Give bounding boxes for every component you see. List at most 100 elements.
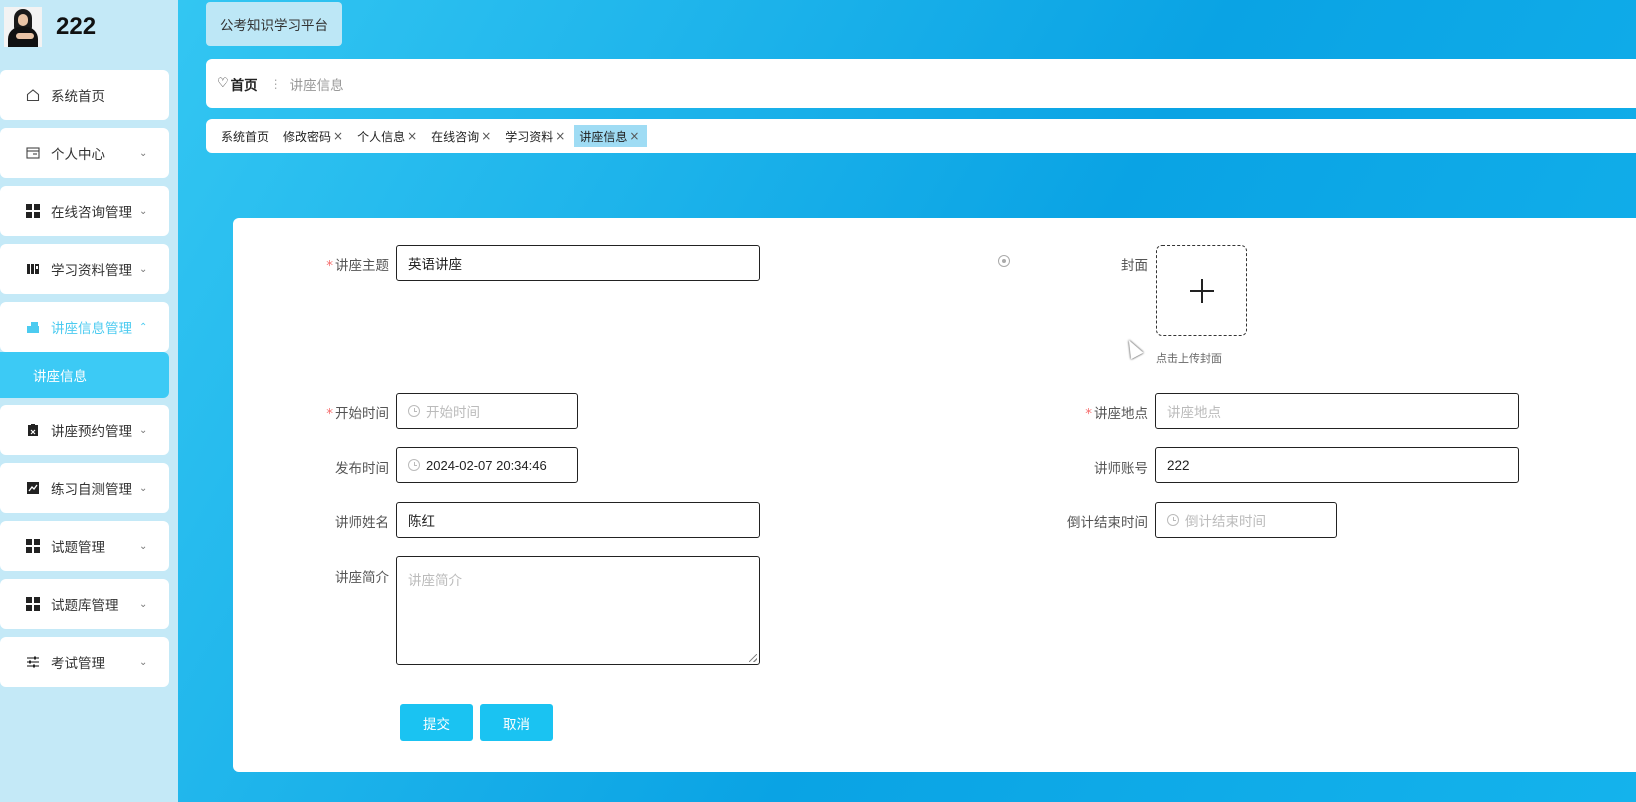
- breadcrumb-current: 讲座信息: [289, 77, 344, 94]
- form-card: [233, 218, 1636, 772]
- start-time-label: * 开始时间: [326, 406, 389, 422]
- sidebar-item-exam-management[interactable]: 考试管理 ⌄: [0, 637, 169, 687]
- sidebar-item-lecture-management[interactable]: 讲座信息管理 ⌃: [0, 302, 169, 352]
- sidebar-item-label: 考试管理: [51, 656, 105, 672]
- tag-online-consult[interactable]: 在线咨询 ×: [426, 125, 499, 147]
- intro-textarea[interactable]: 讲座简介: [396, 556, 760, 665]
- topic-input[interactable]: 英语讲座: [396, 245, 760, 281]
- teacher-name-input[interactable]: 陈红: [396, 502, 760, 538]
- heart-icon: ♡: [217, 76, 229, 91]
- sidebar-item-home[interactable]: 系统首页: [0, 70, 169, 120]
- clipboard-icon: [25, 422, 41, 438]
- teacher-account-input[interactable]: 222: [1155, 447, 1519, 483]
- chart-icon: [25, 480, 41, 496]
- chevron-down-icon: ⌄: [139, 482, 148, 494]
- plus-icon: [1189, 278, 1214, 303]
- cover-upload[interactable]: [1156, 245, 1247, 336]
- username: 222: [56, 13, 97, 40]
- countdown-end-placeholder: 倒计结束时间: [1185, 514, 1266, 529]
- tags-bar: 系统首页 修改密码 × 个人信息 × 在线咨询 × 学习资料 × 讲座信息 ×: [206, 119, 1636, 153]
- tag-change-password[interactable]: 修改密码 ×: [278, 125, 351, 147]
- chevron-down-icon: ⌄: [139, 656, 148, 668]
- sidebar-item-question-management[interactable]: 试题管理 ⌄: [0, 521, 169, 571]
- sidebar-item-personal-center[interactable]: 个人中心 ⌄: [0, 128, 169, 178]
- sidebar-item-label: 个人中心: [51, 147, 105, 163]
- chevron-down-icon: ⌄: [139, 424, 148, 436]
- intro-placeholder: 讲座简介: [408, 573, 462, 589]
- tag-study-material[interactable]: 学习资料 ×: [500, 125, 573, 147]
- location-label: * 讲座地点: [1085, 406, 1148, 422]
- countdown-end-label: 倒计结束时间: [1067, 515, 1148, 531]
- clock-icon: [408, 405, 420, 417]
- topic-label: * 讲座主题: [326, 258, 389, 274]
- publish-time-picker[interactable]: 2024-02-07 20:34:46: [396, 447, 578, 483]
- tag-lecture-info[interactable]: 讲座信息 ×: [574, 125, 648, 147]
- clock-icon: [1167, 514, 1179, 526]
- close-icon[interactable]: ×: [333, 129, 343, 143]
- breadcrumb-home[interactable]: 首页: [231, 74, 258, 94]
- submit-button[interactable]: 提交: [400, 704, 473, 741]
- resize-grip-icon[interactable]: [749, 654, 757, 662]
- tag-label: 学习资料: [505, 129, 554, 144]
- sidebar-item-label: 试题管理: [51, 540, 105, 556]
- cover-upload-tip: 点击上传封面: [1156, 352, 1222, 365]
- close-icon[interactable]: ×: [555, 129, 565, 143]
- tag-label: 个人信息: [357, 129, 406, 144]
- brand: 222: [4, 6, 96, 48]
- book-icon: [25, 261, 41, 277]
- chevron-down-icon: ⌄: [139, 263, 148, 275]
- sidebar-item-label: 讲座信息管理: [51, 321, 132, 337]
- sidebar-item-reservation-management[interactable]: 讲座预约管理 ⌄: [0, 405, 169, 455]
- sidebar-item-label: 系统首页: [51, 89, 105, 105]
- breadcrumb-separator-icon: ⋮: [269, 76, 282, 91]
- clock-icon: [408, 459, 420, 471]
- sidebar-item-label: 在线咨询管理: [51, 205, 132, 221]
- lecture-icon: [25, 319, 41, 335]
- sidebar-item-label: 练习自测管理: [51, 482, 132, 498]
- publish-time-value: 2024-02-07 20:34:46: [426, 457, 547, 473]
- tag-personal-info[interactable]: 个人信息 ×: [352, 125, 425, 147]
- sliders-icon: [25, 654, 41, 670]
- close-icon[interactable]: ×: [629, 129, 639, 143]
- start-time-picker[interactable]: 开始时间: [396, 393, 578, 429]
- publish-time-label: 发布时间: [335, 461, 389, 477]
- tag-home[interactable]: 系统首页: [216, 125, 277, 147]
- close-icon[interactable]: ×: [481, 129, 491, 143]
- chevron-up-icon: ⌃: [139, 321, 148, 333]
- sidebar-item-practice-management[interactable]: 练习自测管理 ⌄: [0, 463, 169, 513]
- close-icon[interactable]: ×: [407, 129, 417, 143]
- grid-icon: [25, 596, 41, 612]
- card-icon: [25, 145, 41, 161]
- breadcrumb: ♡ 首页 ⋮ 讲座信息: [206, 59, 1636, 108]
- sidebar-item-label: 讲座预约管理: [51, 424, 132, 440]
- sidebar-item-label: 试题库管理: [51, 598, 119, 614]
- sidebar-item-label: 学习资料管理: [51, 263, 132, 279]
- start-time-placeholder: 开始时间: [426, 405, 480, 420]
- chevron-down-icon: ⌄: [139, 598, 148, 610]
- sidebar: 222 系统首页 个人中心 ⌄ 在线咨询管理 ⌄ 学习资料管理 ⌄ 讲座信息管理…: [0, 0, 178, 802]
- sidebar-item-material-management[interactable]: 学习资料管理 ⌄: [0, 244, 169, 294]
- sidebar-item-question-bank-management[interactable]: 试题库管理 ⌄: [0, 579, 169, 629]
- sidebar-item-consult-management[interactable]: 在线咨询管理 ⌄: [0, 186, 169, 236]
- sidebar-subitem-lecture-info[interactable]: 讲座信息: [0, 352, 169, 398]
- tag-label: 修改密码: [283, 129, 332, 144]
- teacher-account-label: 讲师账号: [1094, 461, 1148, 477]
- home-icon: [25, 87, 41, 103]
- avatar: [4, 7, 42, 47]
- location-input[interactable]: 讲座地点: [1155, 393, 1519, 429]
- teacher-name-label: 讲师姓名: [335, 515, 389, 531]
- platform-title[interactable]: 公考知识学习平台: [206, 2, 342, 46]
- clear-icon[interactable]: [998, 255, 1010, 267]
- tag-label: 系统首页: [221, 129, 270, 144]
- cover-label: 封面: [1121, 258, 1148, 274]
- chevron-down-icon: ⌄: [139, 147, 148, 159]
- grid-icon: [25, 538, 41, 554]
- tag-label: 讲座信息: [579, 129, 628, 144]
- grid-icon: [25, 203, 41, 219]
- tag-label: 在线咨询: [431, 129, 480, 144]
- chevron-down-icon: ⌄: [139, 205, 148, 217]
- intro-label: 讲座简介: [335, 570, 389, 586]
- cancel-button[interactable]: 取消: [480, 704, 553, 741]
- chevron-down-icon: ⌄: [139, 540, 148, 552]
- countdown-end-picker[interactable]: 倒计结束时间: [1155, 502, 1337, 538]
